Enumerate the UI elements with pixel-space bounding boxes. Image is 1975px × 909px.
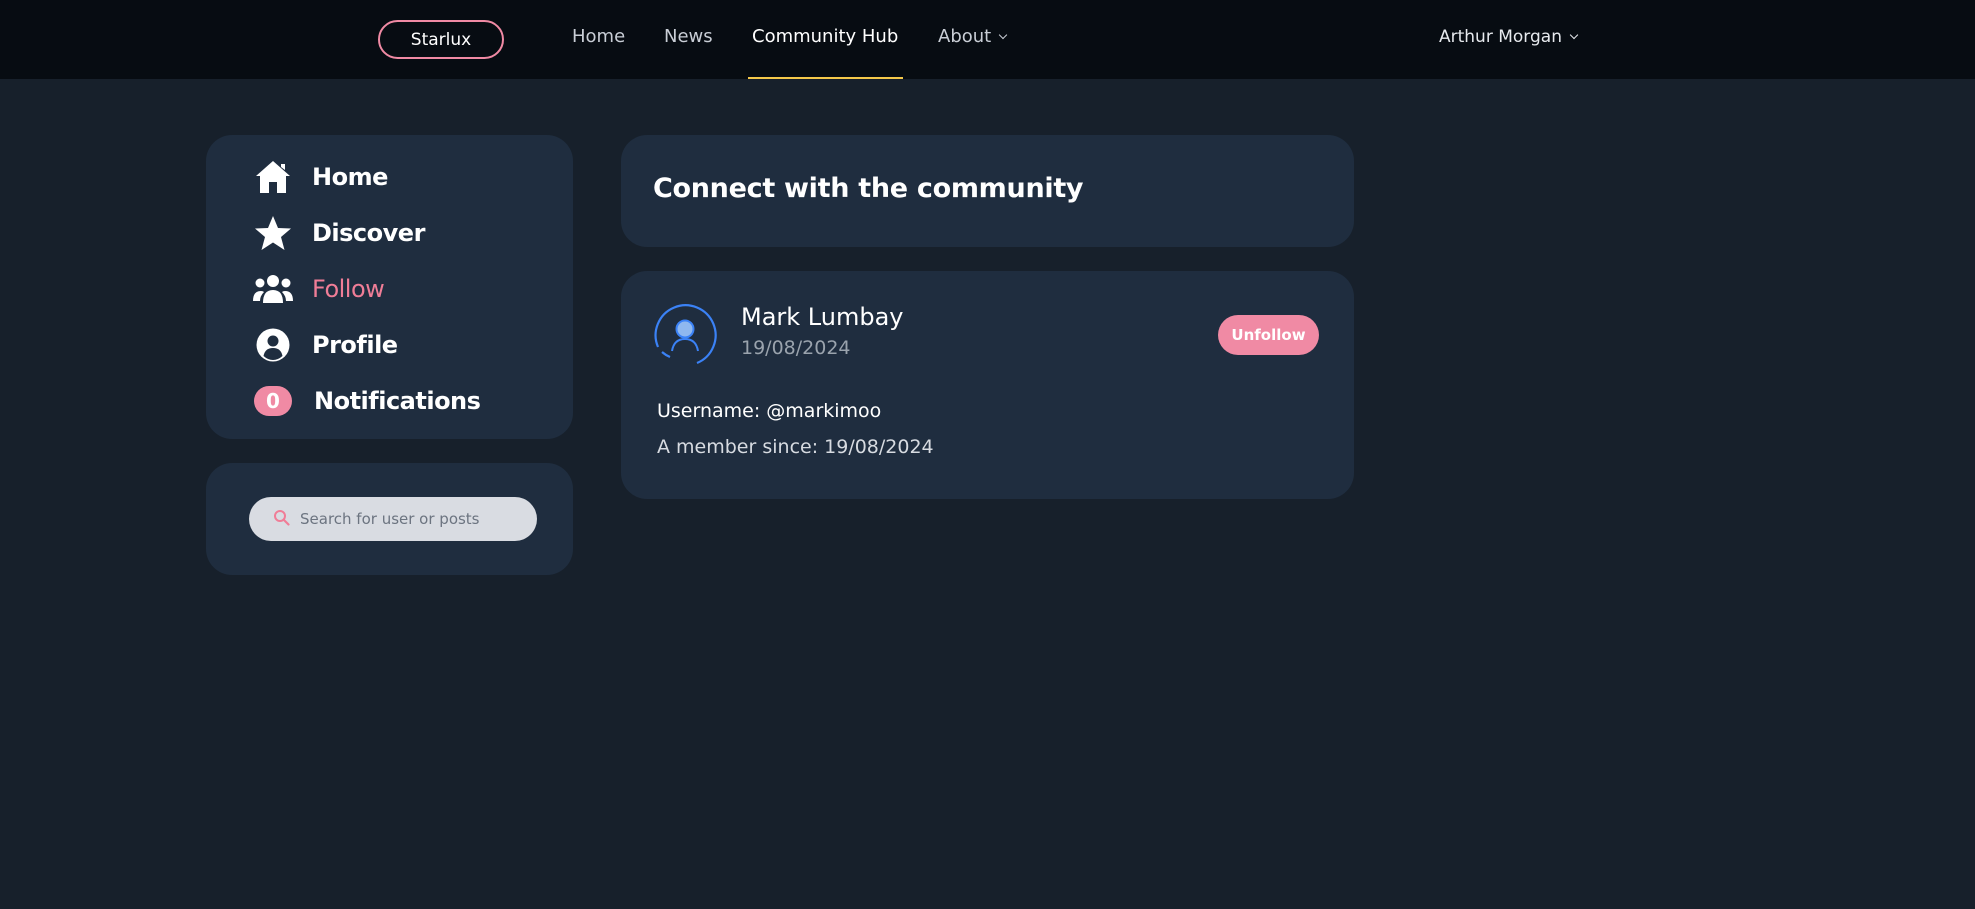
chevron-down-icon (998, 30, 1008, 40)
sidebar-item-label: Notifications (314, 387, 481, 415)
sidebar-menu: Home Discover Follow Profile 0 Notificat… (206, 135, 573, 439)
sidebar-item-follow[interactable]: Follow (252, 267, 385, 311)
username-line: Username: @markimoo (657, 400, 882, 422)
nav-link-community-hub[interactable]: Community Hub (752, 26, 898, 47)
followed-user-date: 19/08/2024 (741, 337, 851, 359)
unfollow-button[interactable]: Unfollow (1218, 315, 1319, 355)
nav-link-news[interactable]: News (664, 26, 713, 47)
followed-user-name[interactable]: Mark Lumbay (741, 303, 904, 331)
search-icon (273, 509, 290, 530)
follow-user-card: Mark Lumbay 19/08/2024 Unfollow Username… (621, 271, 1354, 499)
nav-link-home[interactable]: Home (572, 26, 625, 47)
sidebar-item-notifications[interactable]: 0 Notifications (254, 379, 481, 423)
search-input[interactable] (300, 510, 520, 528)
sidebar-item-home[interactable]: Home (252, 155, 388, 199)
sidebar-item-discover[interactable]: Discover (252, 211, 425, 255)
member-since-line: A member since: 19/08/2024 (657, 436, 934, 458)
user-name-label: Arthur Morgan (1439, 27, 1562, 47)
search-box[interactable] (249, 497, 537, 541)
user-menu[interactable]: Arthur Morgan (1439, 27, 1579, 47)
active-nav-indicator (748, 77, 903, 79)
sidebar-item-label: Follow (312, 275, 385, 303)
home-icon (252, 156, 294, 198)
community-header-card: Connect with the community (621, 135, 1354, 247)
chevron-down-icon (1569, 30, 1579, 40)
nav-link-about[interactable]: About (938, 26, 1008, 47)
users-icon (252, 268, 294, 310)
page-title: Connect with the community (653, 173, 1084, 204)
notification-badge: 0 (254, 386, 292, 416)
nav-link-about-label: About (938, 26, 992, 47)
top-navbar: Starlux Home News Community Hub About Ar… (0, 0, 1975, 79)
brand-button[interactable]: Starlux (378, 20, 504, 59)
sidebar-item-label: Discover (312, 219, 425, 247)
search-panel (206, 463, 573, 575)
sidebar-item-profile[interactable]: Profile (252, 323, 398, 367)
star-icon (252, 212, 294, 254)
sidebar-item-label: Profile (312, 331, 398, 359)
user-circle-icon (252, 324, 294, 366)
sidebar-item-label: Home (312, 163, 388, 191)
avatar[interactable] (652, 302, 718, 368)
